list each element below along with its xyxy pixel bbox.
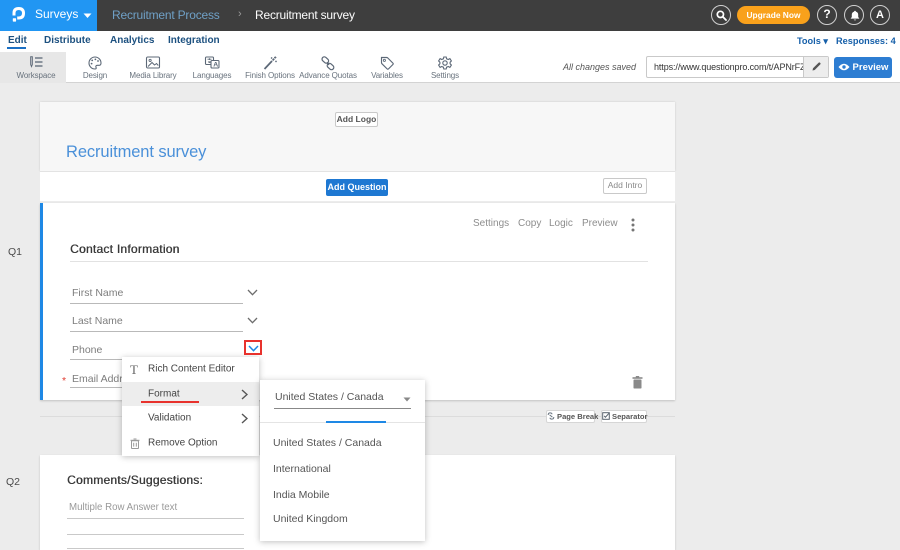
svg-text:A: A	[213, 62, 218, 69]
